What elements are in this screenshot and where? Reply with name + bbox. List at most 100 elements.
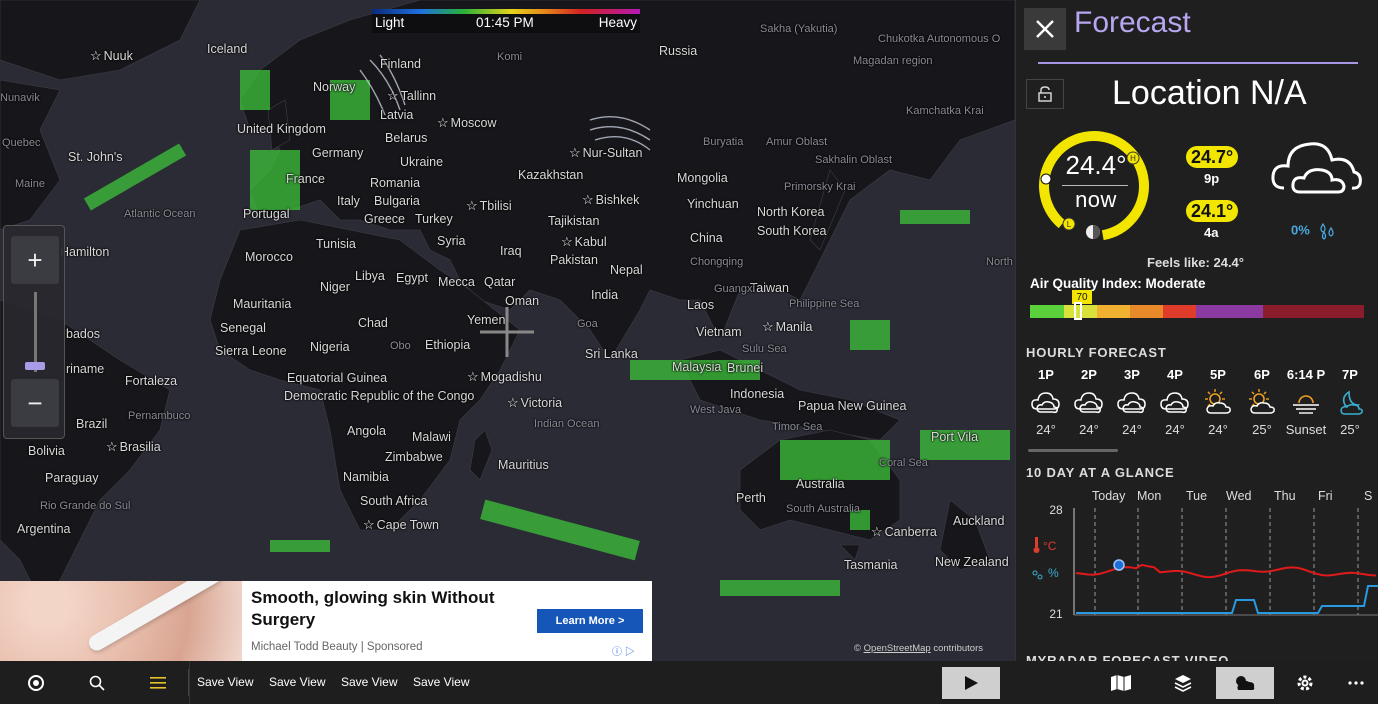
save-view-button-4[interactable]: Save View bbox=[413, 675, 469, 689]
hourly-temp: 25° bbox=[1328, 422, 1372, 437]
map-region-label: riname bbox=[66, 362, 104, 376]
hourly-scrollbar[interactable] bbox=[1028, 449, 1118, 452]
hourly-item[interactable]: 3P24° bbox=[1110, 367, 1154, 437]
thermometer-icon bbox=[1034, 537, 1040, 553]
lock-location-button[interactable] bbox=[1026, 79, 1064, 109]
forecast-toggle-button[interactable] bbox=[1216, 667, 1274, 699]
svg-text:21: 21 bbox=[1049, 607, 1063, 621]
map-region-label: Malawi bbox=[412, 430, 451, 444]
map-region-label: South Korea bbox=[757, 224, 827, 238]
ad-sponsor: Michael Todd Beauty | Sponsored bbox=[251, 641, 423, 653]
map-region-label: Timor Sea bbox=[772, 421, 822, 433]
hourly-item[interactable]: 1P24° bbox=[1024, 367, 1068, 437]
close-button[interactable] bbox=[1024, 8, 1066, 50]
unlock-icon bbox=[1038, 86, 1052, 102]
ad-title[interactable]: Smooth, glowing skin Without Surgery bbox=[251, 587, 521, 631]
map-region-label: United Kingdom bbox=[237, 122, 326, 136]
map-region-label: Mecca bbox=[438, 275, 475, 289]
map-region-label: Malaysia bbox=[672, 360, 721, 374]
ten-day-chart[interactable]: 28 21 °C % bbox=[1026, 500, 1378, 625]
advertisement[interactable]: Smooth, glowing skin Without Surgery Mic… bbox=[0, 581, 652, 661]
zoom-slider-thumb[interactable] bbox=[25, 362, 45, 370]
map-region-label: Russia bbox=[659, 44, 697, 58]
map-region-label: Chukotka Autonomous O bbox=[878, 33, 1000, 45]
search-icon[interactable] bbox=[85, 671, 109, 695]
map-region-label: St. John's bbox=[68, 150, 123, 164]
feels-like: Feels like: 24.4° bbox=[1147, 255, 1244, 270]
close-icon bbox=[1035, 19, 1055, 39]
app-window: IcelandNuukFinlandNorwayTallinnLatviaMos… bbox=[0, 0, 1378, 704]
hourly-item[interactable]: 6:14 PSunset bbox=[1284, 367, 1328, 437]
radar-map[interactable]: IcelandNuukFinlandNorwayTallinnLatviaMos… bbox=[0, 0, 1015, 661]
map-region-label: Romania bbox=[370, 176, 420, 190]
map-region-label: Hamilton bbox=[60, 245, 109, 259]
hourly-time: 7P bbox=[1328, 367, 1372, 382]
zoom-slider-track[interactable] bbox=[34, 292, 37, 372]
map-region-label: Indonesia bbox=[730, 387, 784, 401]
map-region-label: Oman bbox=[505, 294, 539, 308]
ad-learn-more-button[interactable]: Learn More > bbox=[537, 609, 643, 633]
map-region-label: bados bbox=[66, 327, 100, 341]
location-target-icon[interactable] bbox=[24, 671, 48, 695]
map-city-label: Cape Town bbox=[363, 517, 439, 533]
zoom-in-button[interactable]: + bbox=[11, 236, 59, 284]
save-view-button-1[interactable]: Save View bbox=[197, 675, 253, 689]
cloudy-icon bbox=[1110, 388, 1154, 416]
menu-button[interactable] bbox=[145, 661, 190, 704]
forecast-video-title: MYRADAR FORECAST VIDEO bbox=[1026, 653, 1229, 661]
gear-icon[interactable] bbox=[1293, 671, 1317, 695]
ad-image[interactable] bbox=[0, 581, 242, 661]
map-icon[interactable] bbox=[1109, 671, 1133, 695]
map-region-label: Syria bbox=[437, 234, 465, 248]
svg-text:L: L bbox=[1067, 220, 1072, 229]
map-region-label: Belarus bbox=[385, 131, 427, 145]
hourly-item[interactable]: 4P24° bbox=[1153, 367, 1197, 437]
save-view-button-2[interactable]: Save View bbox=[269, 675, 325, 689]
precip-chance: 0% bbox=[1291, 222, 1339, 240]
hourly-item[interactable]: 5P24° bbox=[1196, 367, 1240, 437]
ad-choices-icon[interactable]: ⓘ ▷ bbox=[612, 643, 635, 658]
map-region-label: India bbox=[591, 288, 618, 302]
aqi-label: Air Quality Index: Moderate bbox=[1030, 276, 1206, 291]
map-region-label: Latvia bbox=[380, 108, 413, 122]
zoom-out-button[interactable]: − bbox=[11, 379, 59, 427]
map-city-label: Victoria bbox=[507, 395, 562, 411]
map-region-label: Perth bbox=[736, 491, 766, 505]
map-region-label: Nepal bbox=[610, 263, 643, 277]
save-view-button-3[interactable]: Save View bbox=[341, 675, 397, 689]
legend-gradient bbox=[372, 9, 640, 14]
temperature-dial: H L bbox=[1034, 126, 1154, 246]
hourly-item[interactable]: 6P25° bbox=[1240, 367, 1284, 437]
openstreetmap-link[interactable]: OpenStreetMap bbox=[864, 643, 931, 654]
map-region-label: Atlantic Ocean bbox=[124, 208, 196, 220]
hourly-time: 6P bbox=[1240, 367, 1284, 382]
map-region-label: North Korea bbox=[757, 205, 824, 219]
map-region-label: Tajikistan bbox=[548, 214, 599, 228]
map-region-label: Sakha (Yakutia) bbox=[760, 23, 837, 35]
hourly-item[interactable]: 7P 25° bbox=[1328, 367, 1372, 437]
map-region-label: France bbox=[286, 172, 325, 186]
map-region-label: Mauritius bbox=[498, 458, 549, 472]
play-button[interactable] bbox=[942, 667, 1000, 699]
layers-icon[interactable] bbox=[1171, 671, 1195, 695]
map-region-label: Bolivia bbox=[28, 444, 65, 458]
map-region-label: Turkey bbox=[415, 212, 453, 226]
map-region-label: Auckland bbox=[953, 514, 1004, 528]
more-options-icon[interactable] bbox=[1344, 671, 1368, 695]
map-region-label: Sakhalin Oblast bbox=[815, 154, 892, 166]
map-region-label: Philippine Sea bbox=[789, 298, 859, 310]
map-region-label: Rio Grande do Sul bbox=[40, 500, 131, 512]
map-region-label: West Java bbox=[690, 404, 741, 416]
partly-sunny-icon bbox=[1196, 388, 1240, 416]
title-underline bbox=[1038, 62, 1358, 64]
raindrops-icon bbox=[1033, 571, 1042, 579]
now-label: now bbox=[1062, 187, 1130, 213]
map-region-label: China bbox=[690, 231, 723, 245]
hourly-temp: 24° bbox=[1196, 422, 1240, 437]
ten-day-title: 10 DAY AT A GLANCE bbox=[1026, 465, 1175, 480]
high-temp-badge: 24.7° bbox=[1186, 146, 1238, 168]
map-region-label: Chongqing bbox=[690, 256, 743, 268]
hourly-item[interactable]: 2P24° bbox=[1067, 367, 1111, 437]
map-region-label: South Africa bbox=[360, 494, 427, 508]
map-region-label: Greece bbox=[364, 212, 405, 226]
